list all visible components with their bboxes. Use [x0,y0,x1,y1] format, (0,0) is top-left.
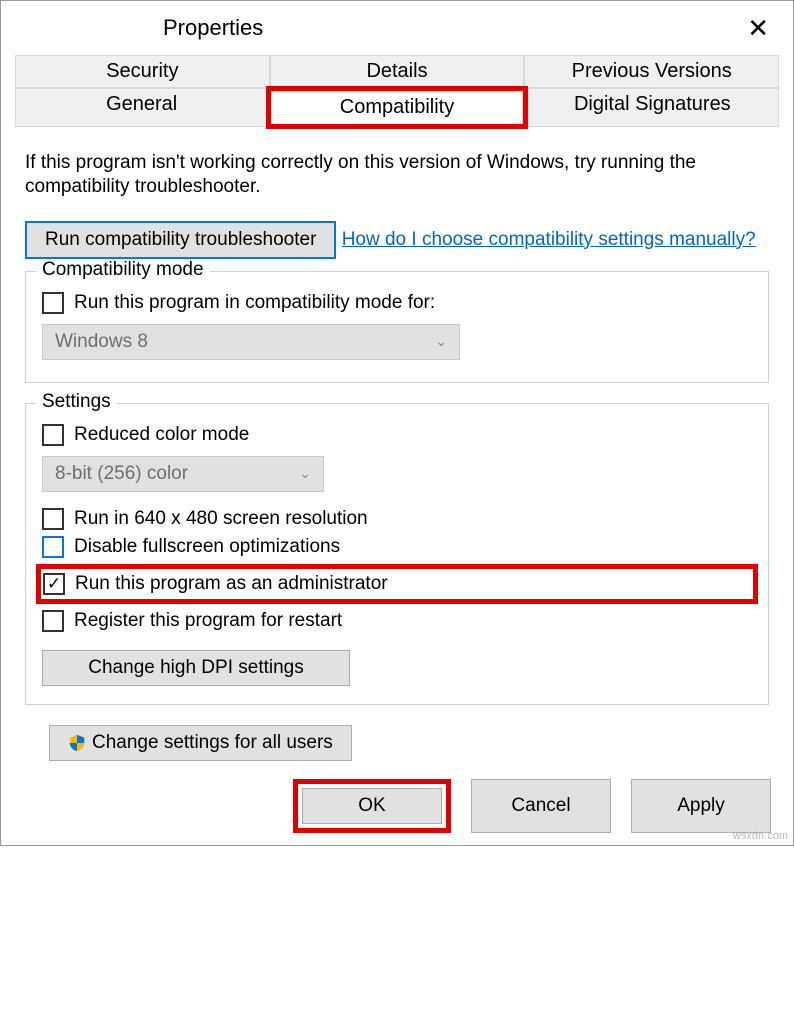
settings-group: Settings Reduced color mode 8-bit (256) … [25,403,769,705]
color-depth-value: 8-bit (256) color [55,463,188,485]
titlebar: Properties ✕ [1,1,793,55]
color-depth-combo[interactable]: 8-bit (256) color ⌄ [42,456,324,492]
manual-settings-link[interactable]: How do I choose compatibility settings m… [342,229,756,251]
close-icon[interactable]: ✕ [737,9,779,48]
shield-icon [68,734,86,752]
reduced-color-checkbox[interactable] [42,424,64,446]
properties-dialog: Properties ✕ Security Details Previous V… [0,0,794,846]
cancel-button[interactable]: Cancel [471,779,611,833]
run-as-admin-checkbox[interactable] [43,573,65,595]
compat-os-combo[interactable]: Windows 8 ⌄ [42,324,460,360]
tab-digital-signatures[interactable]: Digital Signatures [526,88,779,127]
disable-fullscreen-label: Disable fullscreen optimizations [74,536,340,558]
change-all-users-label: Change settings for all users [92,732,333,754]
window-title: Properties [15,15,737,41]
register-restart-label: Register this program for restart [74,610,342,632]
dialog-footer: OK Cancel Apply [1,761,793,833]
intro-text: If this program isn't working correctly … [25,151,769,199]
ok-button[interactable]: OK [302,788,442,824]
res-640-label: Run in 640 x 480 screen resolution [74,508,368,530]
apply-button[interactable]: Apply [631,779,771,833]
change-dpi-button[interactable]: Change high DPI settings [42,650,350,686]
tab-previous-versions[interactable]: Previous Versions [524,55,779,88]
compat-mode-checkbox[interactable] [42,292,64,314]
reduced-color-label: Reduced color mode [74,424,249,446]
compatibility-mode-group: Compatibility mode Run this program in c… [25,271,769,383]
tab-details[interactable]: Details [270,55,525,88]
change-all-users-button[interactable]: Change settings for all users [49,725,352,761]
chevron-down-icon: ⌄ [435,333,447,350]
tab-general[interactable]: General [15,88,268,127]
compat-os-value: Windows 8 [55,331,148,353]
compatibility-mode-label: Compatibility mode [36,259,210,281]
settings-label: Settings [36,391,117,413]
run-as-admin-label: Run this program as an administrator [75,573,388,595]
res-640-checkbox[interactable] [42,508,64,530]
compat-mode-checkbox-label: Run this program in compatibility mode f… [74,292,435,314]
tab-compatibility[interactable]: Compatibility [271,91,522,124]
register-restart-checkbox[interactable] [42,610,64,632]
run-troubleshooter-button[interactable]: Run compatibility troubleshooter [25,221,336,259]
watermark: wsxdn.com [733,830,788,842]
chevron-down-icon: ⌄ [299,465,311,482]
disable-fullscreen-checkbox[interactable] [42,536,64,558]
tab-security[interactable]: Security [15,55,270,88]
tab-strip: Security Details Previous Versions Gener… [15,55,779,127]
